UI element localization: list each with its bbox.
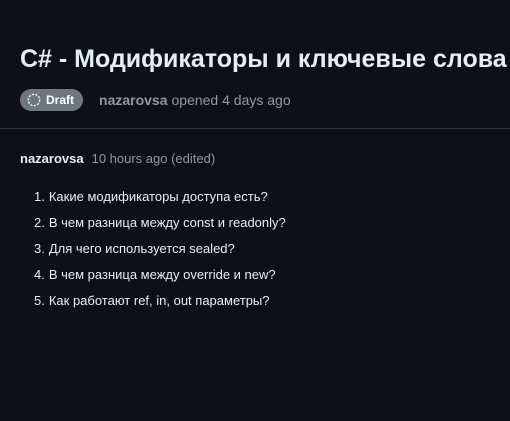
- issue-page: C# - Модификаторы и ключевые слова Draft…: [0, 0, 510, 421]
- header-divider: [0, 128, 510, 129]
- comment-author-link[interactable]: nazarovsa: [20, 151, 84, 166]
- list-item-text: Как работают ref, in, out параметры?: [48, 293, 270, 308]
- list-item-number: 2.: [34, 215, 45, 230]
- list-item-text: Какие модификаторы доступа есть?: [48, 189, 268, 204]
- draft-status-badge: Draft: [20, 89, 84, 111]
- list-item: 3. Для чего используется sealed?: [34, 240, 500, 266]
- issue-opened-text: opened 4 days ago: [171, 92, 291, 108]
- issue-title: C# - Модификаторы и ключевые слова: [20, 45, 507, 73]
- list-item-number: 4.: [34, 267, 45, 282]
- draft-status-label: Draft: [46, 93, 75, 107]
- list-item-number: 5.: [34, 293, 45, 308]
- comment-header: nazarovsa 10 hours ago (edited): [20, 151, 500, 166]
- comment-body-list: 1. Какие модификаторы доступа есть? 2. В ч…: [20, 188, 500, 318]
- list-item-text: В чем разница между override и new?: [48, 267, 276, 282]
- list-item-number: 3.: [34, 241, 45, 256]
- issue-meta: Draft nazarovsa opened 4 days ago: [20, 89, 500, 111]
- list-item: 5. Как работают ref, in, out параметры?: [34, 292, 500, 318]
- draft-icon: [27, 93, 41, 107]
- list-item-text: Для чего используется sealed?: [48, 241, 235, 256]
- issue-author-link[interactable]: nazarovsa: [99, 92, 167, 108]
- list-item-number: 1.: [34, 189, 45, 204]
- list-item: 1. Какие модификаторы доступа есть?: [34, 188, 500, 214]
- list-item: 4. В чем разница между override и new?: [34, 266, 500, 292]
- comment: nazarovsa 10 hours ago (edited) 1. Какие …: [20, 151, 500, 318]
- list-item: 2. В чем разница между const и readonly?: [34, 214, 500, 240]
- issue-header: C# - Модификаторы и ключевые слова Draft…: [20, 42, 507, 111]
- list-item-text: В чем разница между const и readonly?: [48, 215, 286, 230]
- comment-timestamp-link[interactable]: 10 hours ago (edited): [92, 151, 216, 166]
